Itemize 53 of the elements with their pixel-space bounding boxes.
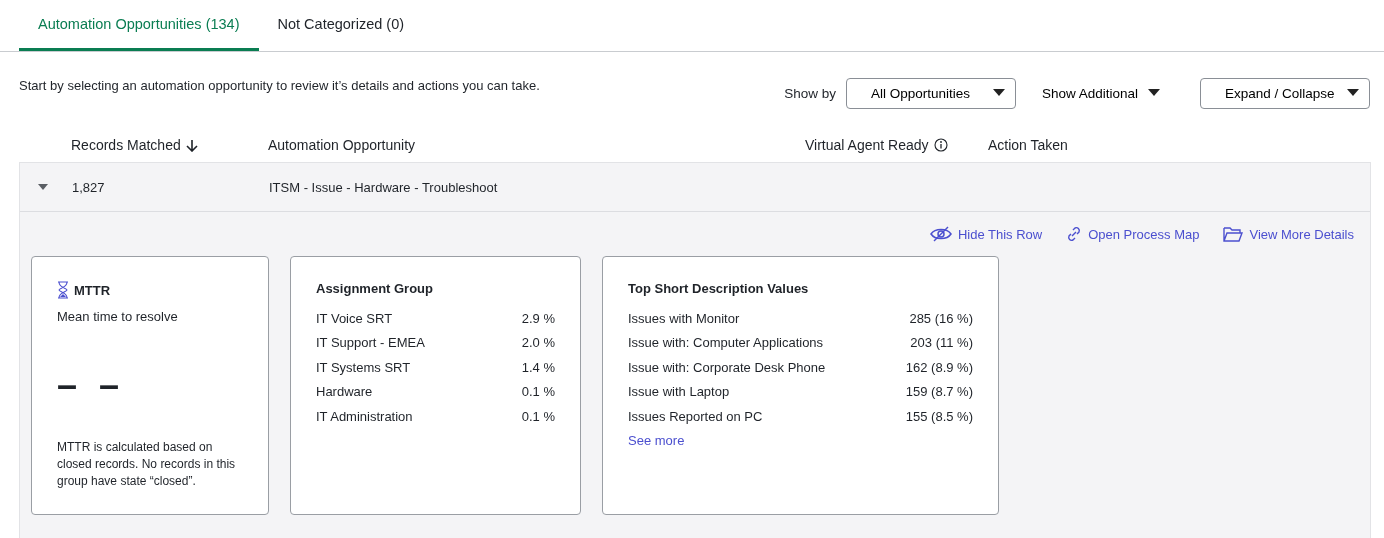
mttr-note: MTTR is calculated based on closed records. No records in this group have state “closed”. bbox=[57, 439, 237, 490]
column-header[interactable]: Virtual Agent Ready bbox=[805, 137, 929, 153]
tab[interactable]: Automation Opportunities (134) bbox=[19, 0, 259, 51]
caret-icon bbox=[38, 183, 48, 191]
list-value: 1.4 % bbox=[521, 359, 555, 375]
list-value: 2.0 % bbox=[521, 335, 555, 351]
show-by-label: Show by bbox=[784, 85, 836, 101]
card-title: Assignment Group bbox=[316, 281, 433, 296]
opportunity-name: ITSM - Issue - Hardware - Troubleshoot bbox=[269, 179, 499, 195]
list-label: Issue with Laptop bbox=[628, 384, 730, 400]
list-label: IT Support - EMEA bbox=[316, 335, 425, 351]
show-additional-button[interactable]: Show Additional bbox=[1035, 84, 1166, 102]
column-header[interactable]: Records Matched bbox=[71, 137, 181, 153]
action-link[interactable]: View More Details bbox=[1223, 224, 1354, 244]
list-label: Issues with Monitor bbox=[628, 310, 740, 326]
list-label: IT Systems SRT bbox=[316, 359, 411, 375]
column-header[interactable]: Action Taken bbox=[988, 137, 1371, 153]
action-link[interactable]: Hide This Row bbox=[929, 224, 1043, 244]
list-label: IT Voice SRT bbox=[316, 310, 393, 326]
intro-text: Start by selecting an automation opportunity to review it’s details and actions you can take. bbox=[19, 78, 541, 93]
card-title: Top Short Description Values bbox=[628, 281, 809, 296]
records-count: 1,827 bbox=[72, 179, 106, 195]
eye-slash-icon bbox=[929, 226, 952, 242]
info-icon bbox=[933, 138, 948, 152]
column-header[interactable]: Automation Opportunity bbox=[268, 137, 805, 153]
list-value: 203 (11 %) bbox=[910, 335, 973, 351]
mttr-value: – – bbox=[57, 364, 127, 406]
show-by-dropdown[interactable]: All Opportunities bbox=[845, 77, 1016, 109]
card-subtitle: Mean time to resolve bbox=[57, 309, 179, 324]
action-link[interactable]: Open Process Map bbox=[1066, 224, 1200, 244]
link-icon bbox=[1066, 226, 1083, 242]
caret-icon bbox=[1148, 89, 1160, 97]
list-value: 0.1 % bbox=[521, 408, 555, 424]
tab[interactable]: Not Categorized (0) bbox=[258, 0, 424, 51]
caret-icon bbox=[1347, 89, 1359, 97]
list-value: 2.9 % bbox=[521, 310, 555, 326]
hourglass-icon bbox=[57, 281, 69, 299]
list-value: 159 (8.7 %) bbox=[905, 384, 973, 400]
list-label: Issues Reported on PC bbox=[628, 408, 763, 424]
list-label: Issue with: Corporate Desk Phone bbox=[628, 359, 826, 375]
card-title: MTTR bbox=[74, 282, 111, 298]
list-label: Hardware bbox=[316, 384, 373, 400]
list-label: IT Administration bbox=[316, 408, 413, 424]
list-value: 285 (16 %) bbox=[909, 310, 973, 326]
list-value: 0.1 % bbox=[521, 384, 555, 400]
see-more-link[interactable]: See more bbox=[628, 432, 685, 448]
list-label: Issue with: Computer Applications bbox=[628, 335, 824, 351]
expand-collapse-dropdown[interactable]: Expand / Collapse bbox=[1200, 77, 1370, 109]
caret-icon bbox=[992, 89, 1005, 97]
folder-icon bbox=[1223, 226, 1244, 242]
list-value: 162 (8.9 %) bbox=[905, 359, 973, 375]
arrow-down-icon bbox=[185, 138, 198, 152]
list-value: 155 (8.5 %) bbox=[905, 408, 973, 424]
